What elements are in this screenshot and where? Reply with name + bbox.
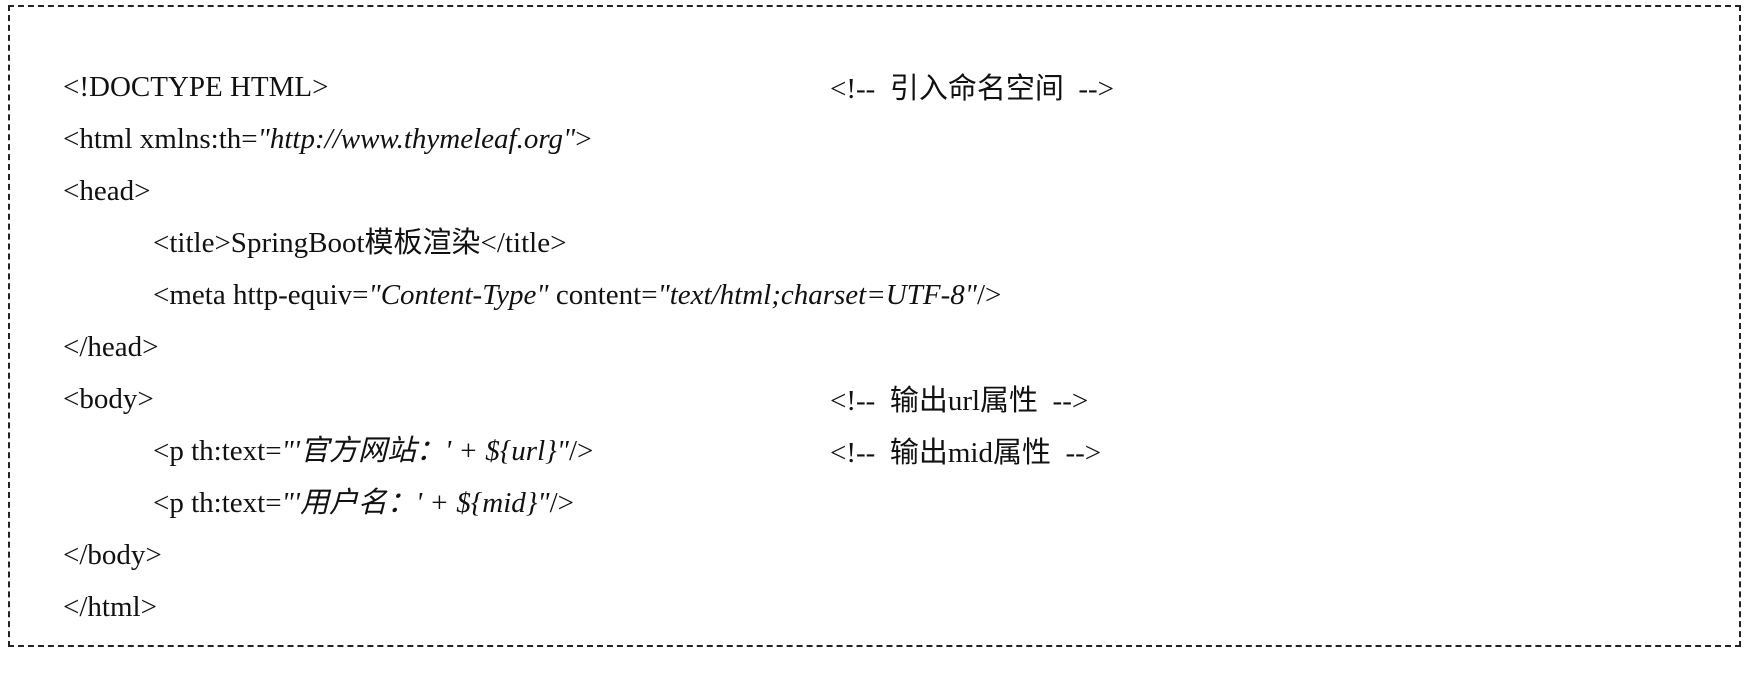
code-line-6: </head>: [34, 272, 159, 363]
code-text: >: [575, 123, 592, 155]
code-line-5: <meta http-equiv="Content-Type" content=…: [124, 220, 1001, 311]
code-listing: <!DOCTYPE HTML> <html xmlns:th="http://w…: [8, 5, 1741, 647]
code-text: <meta http-equiv=: [153, 279, 369, 311]
code-line-1: <!DOCTYPE HTML>: [34, 12, 329, 103]
code-text: />: [976, 279, 1002, 311]
code-line-9: <p th:text="'用户名：' + ${mid}"/>: [124, 428, 574, 519]
code-comment-2: <!-- 引入命名空间 -->: [830, 73, 1114, 105]
code-line-11: </html>: [34, 532, 157, 623]
code-line-3: <head>: [34, 116, 150, 207]
code-line-10: </body>: [34, 480, 162, 571]
code-string: "Content-Type": [368, 279, 549, 311]
code-comment-9: <!-- 输出mid属性 -->: [830, 437, 1102, 469]
code-text: <p th:text=: [153, 487, 282, 519]
code-string: "text/html;charset=UTF-8": [657, 279, 977, 311]
code-line-2: <html xmlns:th="http://www.thymeleaf.org…: [34, 64, 592, 155]
code-line-7: <body>: [34, 324, 154, 415]
code-comment-8: <!-- 输出url属性 -->: [830, 385, 1089, 417]
code-line-4: <title>SpringBoot模板渲染</title>: [124, 168, 566, 259]
code-text: />: [549, 487, 575, 519]
code-string: "http://www.thymeleaf.org": [257, 123, 576, 155]
code-string: "'用户名：' + ${mid}": [281, 487, 550, 519]
code-line-8: <p th:text="'官方网站：' + ${url}"/>: [124, 376, 593, 467]
code-text: content=: [548, 279, 658, 311]
code-text: </html>: [63, 591, 157, 623]
